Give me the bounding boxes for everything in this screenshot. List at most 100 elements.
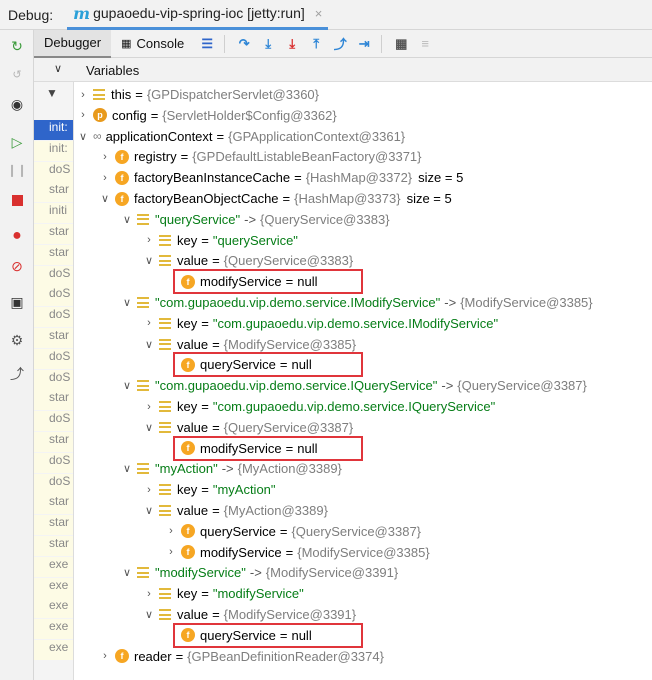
- frame-item[interactable]: star: [34, 390, 73, 411]
- frame-item[interactable]: exe: [34, 598, 73, 619]
- settings-icon[interactable]: ⚙: [0, 326, 34, 354]
- chevron-right-icon[interactable]: ›: [165, 546, 177, 558]
- frame-item[interactable]: star: [34, 328, 73, 348]
- tree-node[interactable]: ∨ "modifyService" -> {ModifyService@3391}: [121, 562, 398, 583]
- chevron-right-icon[interactable]: ›: [143, 588, 155, 600]
- frame-item[interactable]: star: [34, 432, 73, 452]
- close-icon[interactable]: ×: [315, 6, 323, 21]
- tree-node[interactable]: › key = "com.gupaoedu.vip.demo.service.IQue…: [143, 396, 495, 417]
- chevron-right-icon[interactable]: ›: [99, 172, 111, 184]
- tree-node[interactable]: › f registry = {GPDefaultListableBeanFactory…: [99, 146, 421, 167]
- tree-node[interactable]: › f reader = {GPBeanDefinitionReader@3374}: [99, 646, 384, 667]
- tree-node[interactable]: ∨ "queryService" -> {QueryService@3383}: [121, 209, 390, 230]
- size-label: size = 5: [418, 170, 464, 186]
- pause-icon[interactable]: ❙❙: [0, 156, 34, 184]
- frame-item[interactable]: initi: [34, 203, 73, 224]
- step-over-icon[interactable]: ↷: [233, 30, 255, 58]
- run-to-cursor-icon[interactable]: ⇥: [353, 30, 375, 58]
- tree-node[interactable]: › f modifyService = {ModifyService@3385}: [165, 542, 430, 563]
- tree-node[interactable]: › p config = {ServletHolder$Config@3362}: [77, 105, 337, 126]
- tree-node[interactable]: › f factoryBeanInstanceCache = {HashMap@3372…: [99, 167, 463, 188]
- frame-item[interactable]: doS: [34, 161, 73, 182]
- frame-item[interactable]: star: [34, 224, 73, 244]
- tree-node[interactable]: ∨ value = {MyAction@3389}: [143, 500, 328, 521]
- mute-breakpoints-icon[interactable]: ⊘: [0, 252, 34, 280]
- highlight-box: [173, 269, 363, 295]
- chevron-right-icon[interactable]: ›: [77, 89, 89, 101]
- tree-node[interactable]: › key = "com.gupaoedu.vip.demo.service.IMod…: [143, 313, 498, 334]
- chevron-down-icon[interactable]: ∨: [121, 379, 133, 392]
- filter-icon[interactable]: ▼: [46, 86, 58, 100]
- chevron-down-icon[interactable]: ∨: [143, 504, 155, 517]
- chevron-down-icon[interactable]: ∨: [143, 608, 155, 621]
- chevron-right-icon[interactable]: ›: [77, 109, 89, 121]
- tree-node[interactable]: › f queryService = {QueryService@3387}: [165, 521, 421, 542]
- frame-item[interactable]: star: [34, 244, 73, 265]
- chevron-down-icon[interactable]: ∨: [121, 213, 133, 226]
- tree-node[interactable]: ∨ "myAction" -> {MyAction@3389}: [121, 458, 342, 479]
- chevron-down-icon[interactable]: ∨: [77, 130, 89, 143]
- step-out-icon[interactable]: ⤒: [305, 30, 327, 58]
- frame-item[interactable]: doS: [34, 286, 73, 307]
- chevron-right-icon[interactable]: ›: [143, 317, 155, 329]
- chevron-right-icon[interactable]: ›: [99, 650, 111, 662]
- trace-icon[interactable]: ≡: [414, 30, 436, 58]
- chevron-right-icon[interactable]: ›: [143, 234, 155, 246]
- restart-icon[interactable]: ↺: [0, 60, 34, 88]
- chevron-down-icon[interactable]: ∨: [54, 62, 62, 75]
- chevron-down-icon[interactable]: ∨: [143, 338, 155, 351]
- drop-frame-icon[interactable]: ⤴: [329, 30, 351, 58]
- frame-item[interactable]: doS: [34, 473, 73, 494]
- frame-item[interactable]: init:: [34, 120, 73, 140]
- frame-item[interactable]: star: [34, 182, 73, 203]
- tree-node[interactable]: › key = "modifyService": [143, 583, 304, 604]
- camera-icon[interactable]: ▣: [0, 288, 34, 316]
- chevron-down-icon[interactable]: ∨: [143, 421, 155, 434]
- tree-node[interactable]: ∨ "com.gupaoedu.vip.demo.service.IQuerySe…: [121, 375, 587, 396]
- resume-icon[interactable]: ▷: [0, 128, 34, 156]
- run-config-tab[interactable]: m gupaoedu-vip-spring-ioc [jetty:run] ×: [67, 0, 329, 30]
- frame-item[interactable]: doS: [34, 265, 73, 286]
- evaluate-expression-icon[interactable]: ▦: [390, 30, 412, 58]
- chevron-right-icon[interactable]: ›: [165, 525, 177, 537]
- frame-item[interactable]: star: [34, 515, 73, 536]
- tree-node[interactable]: ∨ ∞ applicationContext = {GPApplicationConte…: [77, 126, 405, 147]
- tree-node[interactable]: ∨ f factoryBeanObjectCache = {HashMap@3373} s…: [99, 188, 452, 209]
- force-step-into-icon[interactable]: ⤓: [281, 30, 303, 58]
- arrow-separator: ->: [249, 565, 262, 581]
- tree-node[interactable]: › key = "queryService": [143, 230, 298, 251]
- chevron-down-icon[interactable]: ∨: [99, 192, 111, 205]
- breakpoints-icon[interactable]: ●: [0, 222, 34, 250]
- variable-value: {GPApplicationContext@3361}: [228, 128, 406, 144]
- frame-item[interactable]: star: [34, 494, 73, 515]
- tree-node[interactable]: › key = "myAction": [143, 479, 275, 500]
- tree-node[interactable]: › this = {GPDispatcherServlet@3360}: [77, 84, 319, 105]
- frame-item[interactable]: doS: [34, 307, 73, 328]
- chevron-down-icon[interactable]: ∨: [121, 462, 133, 475]
- stop-icon[interactable]: [0, 186, 34, 214]
- menu-icon[interactable]: ☰: [196, 30, 218, 58]
- view-breakpoints-icon[interactable]: ◉: [0, 90, 34, 118]
- chevron-right-icon[interactable]: ›: [99, 151, 111, 163]
- frame-item[interactable]: doS: [34, 369, 73, 390]
- tree-node[interactable]: ∨ "com.gupaoedu.vip.demo.service.IModifyS…: [121, 292, 593, 313]
- frame-item[interactable]: exe: [34, 577, 73, 598]
- chevron-down-icon[interactable]: ∨: [121, 566, 133, 579]
- frame-item[interactable]: star: [34, 536, 73, 556]
- tab-debugger[interactable]: Debugger: [34, 29, 112, 58]
- frame-item[interactable]: doS: [34, 411, 73, 432]
- frame-item[interactable]: init:: [34, 140, 73, 161]
- chevron-down-icon[interactable]: ∨: [121, 296, 133, 309]
- chevron-down-icon[interactable]: ∨: [143, 254, 155, 267]
- tab-console[interactable]: ▦ Console: [111, 30, 194, 58]
- frame-item[interactable]: exe: [34, 556, 73, 577]
- step-into-icon[interactable]: ⤓: [257, 30, 279, 58]
- frame-item[interactable]: doS: [34, 348, 73, 369]
- chevron-right-icon[interactable]: ›: [143, 484, 155, 496]
- chevron-right-icon[interactable]: ›: [143, 401, 155, 413]
- frame-item[interactable]: exe: [34, 619, 73, 640]
- frame-item[interactable]: doS: [34, 452, 73, 473]
- frame-item[interactable]: exe: [34, 640, 73, 660]
- pin-icon[interactable]: ⤴: [0, 360, 34, 388]
- rerun-icon[interactable]: ↻: [0, 32, 34, 60]
